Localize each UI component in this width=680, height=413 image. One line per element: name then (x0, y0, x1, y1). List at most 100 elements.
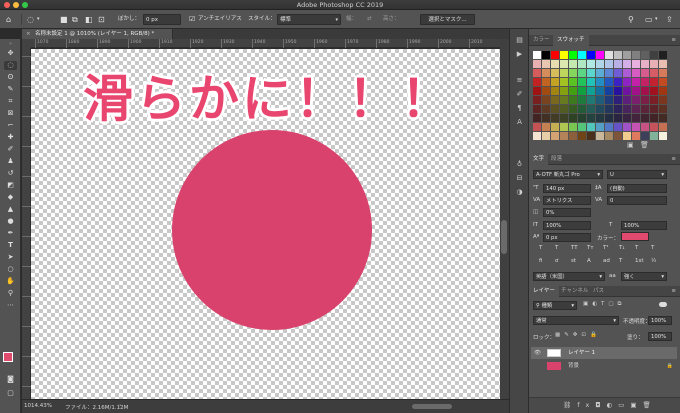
swatch[interactable] (614, 96, 622, 104)
horizontal-scale-input[interactable]: 100% (621, 221, 667, 230)
swatch[interactable] (605, 123, 613, 131)
swatch[interactable] (551, 87, 559, 95)
status-menu-icon[interactable]: › (119, 402, 121, 409)
swatch[interactable] (659, 105, 667, 113)
history-panel-icon[interactable]: ▤ (513, 35, 526, 45)
swatch[interactable] (623, 78, 631, 86)
swatch[interactable] (632, 105, 640, 113)
share-icon[interactable]: ⇪ (666, 14, 673, 25)
intersect-selection-icon[interactable]: ⊡ (98, 14, 105, 25)
path-selection-tool-icon[interactable]: ➤ (4, 253, 17, 262)
swatch[interactable] (632, 123, 640, 131)
home-icon[interactable]: ⌂ (6, 14, 11, 25)
add-to-selection-icon[interactable]: ⧉ (72, 14, 78, 25)
delete-swatch-icon[interactable]: 🗑 (640, 141, 649, 149)
feather-input[interactable]: 0 px (143, 14, 181, 25)
swatch[interactable] (542, 96, 550, 104)
text-style-button[interactable]: T (651, 245, 654, 251)
swatch[interactable] (542, 60, 550, 68)
swatch[interactable] (569, 96, 577, 104)
vertical-scrollbar[interactable] (500, 39, 509, 399)
swatch[interactable] (578, 51, 586, 59)
swatch[interactable] (578, 105, 586, 113)
panel-menu-icon[interactable]: ≡ (671, 286, 676, 297)
tsume-input[interactable]: 0% (543, 208, 591, 217)
swatch[interactable] (569, 105, 577, 113)
new-selection-icon[interactable]: ■ (60, 14, 68, 25)
swatch[interactable] (614, 105, 622, 113)
swatch[interactable] (596, 78, 604, 86)
swatch[interactable] (659, 96, 667, 104)
tracking-input[interactable]: 0 (607, 196, 667, 205)
swatch[interactable] (614, 132, 622, 140)
text-style-button[interactable]: fi (539, 258, 542, 264)
blur-tool-icon[interactable]: ▲ (4, 205, 17, 214)
swatch[interactable] (632, 60, 640, 68)
swatch[interactable] (650, 132, 658, 140)
character-styles-icon[interactable]: A (513, 117, 526, 127)
search-icon[interactable]: ⚲ (628, 14, 634, 25)
text-style-button[interactable]: Tт (587, 245, 594, 251)
swatch[interactable] (632, 96, 640, 104)
edit-toolbar-icon[interactable]: ⋯ (4, 301, 17, 310)
swatch[interactable] (659, 132, 667, 140)
font-style-select[interactable]: U ▾ (607, 170, 667, 179)
swatch[interactable] (533, 123, 541, 131)
swatch[interactable] (587, 78, 595, 86)
move-tool-icon[interactable]: ✥ (4, 49, 17, 58)
quick-mask-icon[interactable]: ◙ (4, 375, 17, 384)
clone-stamp-tool-icon[interactable]: ♟ (4, 157, 17, 166)
swatch[interactable] (614, 114, 622, 122)
swatch[interactable] (542, 132, 550, 140)
swatch[interactable] (659, 69, 667, 77)
swatch[interactable] (533, 51, 541, 59)
swatch[interactable] (623, 51, 631, 59)
eraser-tool-icon[interactable]: ◩ (4, 181, 17, 190)
text-style-button[interactable]: T (619, 258, 622, 264)
swatch[interactable] (560, 69, 568, 77)
swatch[interactable] (641, 51, 649, 59)
swatch[interactable] (569, 87, 577, 95)
swatch[interactable] (623, 87, 631, 95)
swatch[interactable] (650, 69, 658, 77)
frame-tool-icon[interactable]: ⊠ (4, 109, 17, 118)
text-style-button[interactable]: T₁ (619, 245, 625, 251)
zoom-level[interactable]: 1014.43% (24, 403, 52, 409)
swatch[interactable] (533, 114, 541, 122)
swatch[interactable] (632, 51, 640, 59)
text-style-button[interactable]: A (587, 258, 591, 264)
swatch[interactable] (587, 105, 595, 113)
swatch[interactable] (551, 132, 559, 140)
hand-tool-icon[interactable]: ✋ (4, 277, 17, 286)
swatch[interactable] (560, 123, 568, 131)
swatch[interactable] (641, 78, 649, 86)
swatch[interactable] (569, 51, 577, 59)
brush-settings-icon[interactable]: ✐ (513, 89, 526, 99)
text-style-button[interactable]: T (539, 245, 542, 251)
swatch[interactable] (605, 96, 613, 104)
width-input[interactable] (357, 14, 359, 25)
font-size-input[interactable]: 140 px (543, 184, 591, 193)
font-family-select[interactable]: A-OTF 新丸ゴ Pro ▾ (533, 170, 603, 179)
swatch[interactable] (569, 60, 577, 68)
subtract-from-selection-icon[interactable]: ◧ (85, 14, 93, 25)
ellipse-tool-icon[interactable]: ○ (4, 265, 17, 274)
document-tab[interactable]: × 名称未設定 1 @ 1010% (レイヤー 1, RGB/8) * (22, 29, 173, 39)
crop-tool-icon[interactable]: ⌗ (4, 97, 17, 106)
swatch[interactable] (623, 114, 631, 122)
swatch[interactable] (659, 78, 667, 86)
swatch[interactable] (632, 114, 640, 122)
text-style-button[interactable]: TT (571, 245, 578, 251)
tab-paragraph[interactable]: 段落 (547, 154, 566, 165)
swatch[interactable] (551, 78, 559, 86)
swatch[interactable] (650, 51, 658, 59)
swatch[interactable] (587, 69, 595, 77)
text-style-button[interactable]: 1st (635, 258, 644, 264)
tool-preset-dropdown[interactable]: ▾ (37, 14, 40, 25)
paint-bucket-tool-icon[interactable]: ◆ (4, 193, 17, 202)
swatch[interactable] (605, 78, 613, 86)
swatch[interactable] (641, 123, 649, 131)
swatch[interactable] (560, 60, 568, 68)
text-style-button[interactable]: ad (603, 258, 610, 264)
screen-mode-icon[interactable]: ▢ (4, 389, 17, 398)
